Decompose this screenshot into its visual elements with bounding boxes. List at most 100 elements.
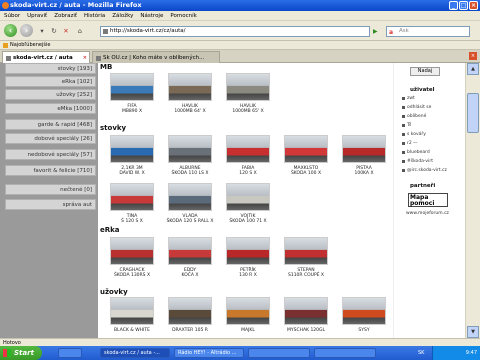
- car-caption[interactable]: SYSY: [333, 328, 393, 333]
- car-thumbnail[interactable]: [284, 297, 328, 325]
- user-link[interactable]: #škoda-virt: [407, 159, 433, 164]
- window-title: skoda-virt.cz / auta - Mozilla Firefox: [10, 1, 142, 9]
- car-thumbnail[interactable]: [226, 297, 270, 325]
- car-caption[interactable]: PETŘÍK 130 R X: [217, 268, 279, 278]
- taskbar-item[interactable]: Rádio HEY! - Altrádio ...: [174, 348, 244, 358]
- user-link[interactable]: zwt: [407, 96, 415, 101]
- car-caption[interactable]: MAXKLSTO ŠKODA 100 X: [275, 166, 337, 176]
- tab-active[interactable]: skoda-virt.cz / auta ×: [2, 51, 90, 63]
- car-model: ŠKODA 110 LS X: [171, 171, 209, 176]
- car-caption[interactable]: 2,1KR 3M DAVID W. X: [101, 166, 163, 176]
- forward-button[interactable]: ›: [20, 24, 33, 37]
- nadaj-button[interactable]: Nadaj: [410, 67, 440, 76]
- go-icon[interactable]: ▶: [373, 26, 382, 37]
- tab-inactive[interactable]: Sk OU.cz | Koho máte v oblíbených...: [92, 51, 220, 63]
- car-thumbnail[interactable]: [226, 73, 270, 101]
- scroll-down-arrow[interactable]: ▼: [467, 326, 479, 338]
- car-caption[interactable]: HAVLIK 1000MB 65' X: [217, 104, 279, 114]
- start-label: Start: [14, 349, 34, 357]
- user-link[interactable]: @irc.skoda-virt.cz: [407, 168, 447, 173]
- close-tab-button[interactable]: ×: [469, 52, 477, 60]
- car-caption[interactable]: ALBURNE ŠKODA 110 LS X: [159, 166, 221, 176]
- vertical-scrollbar[interactable]: ▲ ▼: [465, 63, 480, 338]
- car-thumbnail[interactable]: [226, 237, 270, 265]
- dropdown-history-icon[interactable]: ▾: [38, 27, 46, 35]
- taskbar-quicklaunch[interactable]: [58, 348, 82, 358]
- taskbar-item[interactable]: [314, 348, 376, 358]
- search-box[interactable]: a Ask: [386, 26, 470, 37]
- reload-icon[interactable]: ↻: [50, 27, 58, 35]
- category-link[interactable]: favorit & felicie [710]: [5, 165, 96, 176]
- car-caption[interactable]: VLADA ŠKODA 120 S RALL X: [159, 214, 221, 224]
- car-thumbnail[interactable]: [110, 297, 154, 325]
- car-thumbnail[interactable]: [342, 297, 386, 325]
- car-thumbnail[interactable]: [168, 237, 212, 265]
- car-thumbnail[interactable]: [110, 73, 154, 101]
- back-button[interactable]: ‹: [4, 24, 17, 37]
- car-thumbnail[interactable]: [226, 135, 270, 163]
- bookmark-most-visited[interactable]: Najobľúbenejšie: [10, 42, 50, 48]
- category-link[interactable]: stovky [193]: [5, 63, 96, 74]
- maximize-button[interactable]: □: [459, 1, 468, 10]
- taskbar-item[interactable]: skoda-virt.cz / auta -...: [100, 348, 170, 358]
- car-thumbnail[interactable]: [110, 183, 154, 211]
- category-link[interactable]: eMka [1000]: [5, 103, 96, 114]
- scroll-up-arrow[interactable]: ▲: [467, 63, 479, 75]
- car-thumbnail[interactable]: [284, 135, 328, 163]
- car-caption[interactable]: BLACK & WHITE: [101, 328, 163, 333]
- user-link[interactable]: Tš: [407, 123, 411, 128]
- minimize-button[interactable]: _: [449, 1, 458, 10]
- car-caption[interactable]: MAJKL: [217, 328, 279, 333]
- category-link[interactable]: garde & rapid [468]: [5, 119, 96, 130]
- search-engine-icon[interactable]: a: [389, 28, 393, 37]
- menu-bookmarks[interactable]: Záložky: [112, 11, 133, 20]
- car-thumbnail[interactable]: [342, 135, 386, 163]
- menu-edit[interactable]: Upraviť: [27, 11, 47, 20]
- car-caption[interactable]: FIFA MB890 X: [101, 104, 163, 114]
- category-link[interactable]: dobové speciály [26]: [5, 133, 96, 144]
- car-caption[interactable]: EDDY KOČA X: [159, 268, 221, 278]
- category-link[interactable]: užovky [252]: [5, 89, 96, 100]
- car-thumbnail[interactable]: [110, 237, 154, 265]
- user-link[interactable]: oblíbené: [407, 114, 426, 119]
- taskbar-item[interactable]: [248, 348, 310, 358]
- menu-file[interactable]: Súbor: [4, 11, 20, 20]
- menu-view[interactable]: Zobraziť: [54, 11, 77, 20]
- partner-url[interactable]: www.mojeforum.cz: [406, 211, 449, 216]
- car-caption[interactable]: DRAXTER 105 R: [159, 328, 221, 333]
- car-caption[interactable]: STEPAN S110R COUPÉ X: [275, 268, 337, 278]
- car-thumbnail[interactable]: [284, 237, 328, 265]
- user-link[interactable]: odhlásit se: [407, 105, 431, 110]
- car-thumbnail[interactable]: [226, 183, 270, 211]
- car-caption[interactable]: FABIA 120 S X: [217, 166, 279, 176]
- user-link[interactable]: r2 —: [407, 141, 418, 146]
- close-window-button[interactable]: ×: [469, 1, 478, 10]
- category-link[interactable]: nedobové speciály [57]: [5, 149, 96, 160]
- car-thumbnail[interactable]: [168, 183, 212, 211]
- stop-icon[interactable]: ✕: [62, 27, 70, 35]
- menu-tools[interactable]: Nástroje: [140, 11, 163, 20]
- category-link[interactable]: eRka [102]: [5, 76, 96, 87]
- home-icon[interactable]: ⌂: [76, 27, 84, 35]
- user-link[interactable]: bluebeard: [407, 150, 430, 155]
- user-link[interactable]: s kovářy: [407, 132, 426, 137]
- unread-link[interactable]: nečtené [0]: [5, 184, 96, 195]
- car-thumbnail[interactable]: [168, 73, 212, 101]
- car-caption[interactable]: VOJTIK ŠKODA 100 71 X: [217, 214, 279, 224]
- menu-help[interactable]: Pomocník: [170, 11, 196, 20]
- address-bar[interactable]: http://skoda-virt.cz/cz/auta/: [100, 26, 370, 37]
- partner-logo[interactable]: Mapa pomoci: [408, 193, 448, 207]
- car-caption[interactable]: TINA Š 120 S X: [101, 214, 163, 224]
- car-thumbnail[interactable]: [168, 297, 212, 325]
- scroll-thumb[interactable]: [467, 93, 479, 133]
- car-thumbnail[interactable]: [168, 135, 212, 163]
- menu-history[interactable]: História: [84, 11, 105, 20]
- car-caption[interactable]: HAVLIK 1000MB 64' X: [159, 104, 221, 114]
- car-caption[interactable]: CRAGHACK ŠKODA 130RS X: [101, 268, 163, 278]
- car-caption[interactable]: PISTAA 100KA X: [333, 166, 393, 176]
- car-admin-link[interactable]: správa aut: [5, 199, 96, 210]
- car-caption[interactable]: MYSCHAK 120GL: [275, 328, 337, 333]
- language-indicator[interactable]: SK: [418, 346, 430, 360]
- car-thumbnail[interactable]: [110, 135, 154, 163]
- start-button[interactable]: Start: [0, 346, 42, 360]
